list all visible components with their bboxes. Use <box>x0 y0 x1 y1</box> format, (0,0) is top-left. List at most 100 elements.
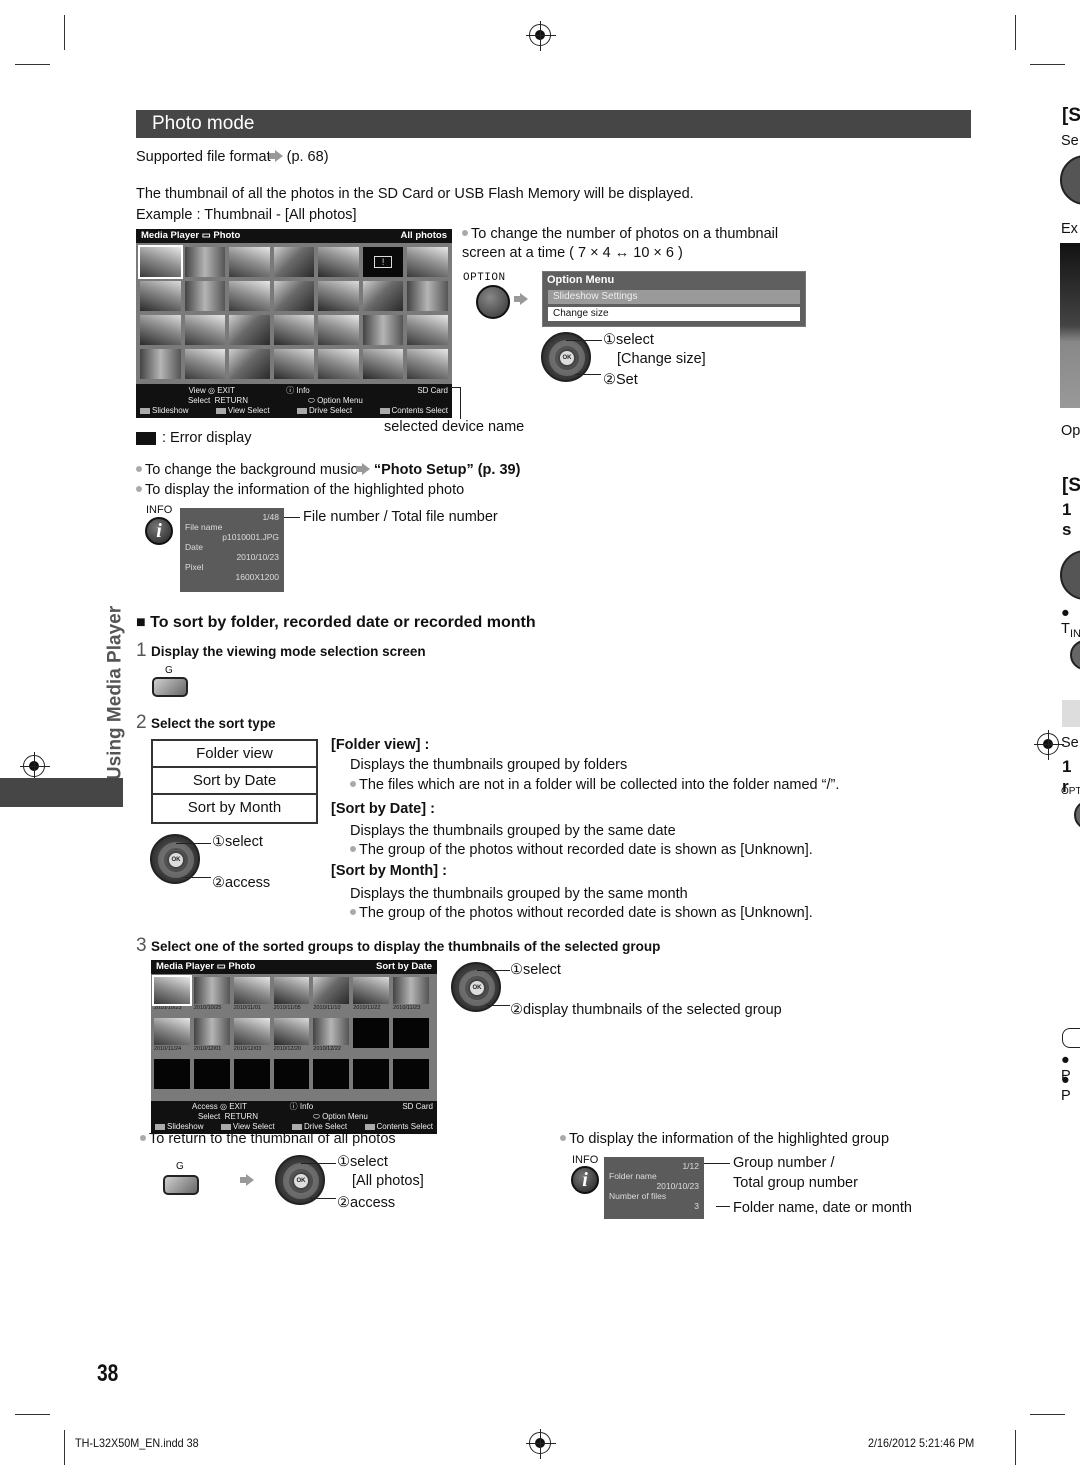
thumbnail-error[interactable]: ! <box>362 247 404 277</box>
group-thumbnail[interactable]: 2010/10/23 <box>152 975 192 1014</box>
exit-hint: EXIT <box>229 1102 247 1111</box>
thumbnail[interactable] <box>140 349 181 379</box>
thumbnail[interactable] <box>140 315 181 345</box>
step-select-target: [Change size] <box>617 351 706 367</box>
sort-option-sort-by-month[interactable]: Sort by Month <box>153 795 316 822</box>
view-label: Sort by Date <box>376 961 432 972</box>
thumbnail[interactable] <box>318 247 359 277</box>
empty-slot[interactable] <box>154 1059 190 1089</box>
group-thumbnail-image <box>152 975 192 1006</box>
callout-line <box>716 1206 730 1207</box>
empty-slot[interactable] <box>393 1018 429 1048</box>
thumbnail[interactable] <box>229 247 270 277</box>
button-fragment-icon <box>1074 800 1080 830</box>
thumbnail[interactable] <box>138 245 183 279</box>
empty-slot[interactable] <box>353 1018 390 1048</box>
thumbnail[interactable] <box>362 349 404 379</box>
supported-format-ref[interactable]: (p. 68) <box>287 149 329 165</box>
group-thumbnail[interactable]: 2010/11/22 <box>353 977 390 1014</box>
blue-key-icon <box>364 1123 375 1130</box>
footer-filename: TH-L32X50M_EN.indd 38 <box>75 1436 199 1450</box>
sort-option-sort-by-date[interactable]: Sort by Date <box>153 768 316 795</box>
thumbnail[interactable] <box>318 349 359 379</box>
access-hint: Access <box>191 1102 218 1111</box>
group-info-tip: To display the information of the highli… <box>560 1131 889 1147</box>
edge-fragment: Se <box>1061 133 1079 149</box>
thumbnail[interactable] <box>140 281 181 311</box>
g-button[interactable] <box>163 1175 199 1195</box>
thumbnail[interactable] <box>318 281 359 311</box>
group-thumbnail[interactable]: 2010/11/23 <box>393 977 429 1014</box>
group-thumbnail[interactable]: 2010/11/10 <box>313 977 350 1014</box>
thumbnail[interactable] <box>407 315 448 345</box>
empty-slot[interactable] <box>353 1059 390 1089</box>
ok-button-icon[interactable]: OK <box>292 1172 310 1190</box>
thumbnail[interactable] <box>273 315 315 345</box>
supported-format-line: Supported file format (p. 68) <box>136 149 329 165</box>
device-label: SD Card <box>402 1102 433 1111</box>
thumbnail[interactable] <box>184 247 226 277</box>
drive-select-hint: Drive Select <box>303 1122 348 1131</box>
desc-title: [Folder view] : <box>331 737 430 753</box>
thumbnail[interactable] <box>184 315 226 345</box>
ok-button-icon[interactable]: OK <box>167 851 185 869</box>
side-tab <box>0 778 123 807</box>
photo-setup-link[interactable]: “Photo Setup” (p. 39) <box>374 462 521 478</box>
group-thumbnail[interactable]: 2010/11/05 <box>273 977 310 1014</box>
info-button[interactable]: i <box>571 1166 599 1194</box>
device-label: SD Card <box>417 386 448 395</box>
thumbnail[interactable] <box>362 281 404 311</box>
empty-slot[interactable] <box>313 1059 350 1089</box>
empty-slot[interactable] <box>393 1059 429 1089</box>
return-hint: RETURN <box>224 1112 258 1121</box>
arrow-icon <box>514 291 532 309</box>
thumbnail[interactable] <box>407 247 448 277</box>
step-text: Select one of the sorted groups to displ… <box>151 939 661 954</box>
group-thumbnail[interactable]: 2010/11/01 <box>233 977 270 1014</box>
group-thumbnail[interactable]: 2010/12/03 <box>233 1018 270 1055</box>
empty-slot[interactable] <box>273 1059 310 1089</box>
group-thumbnail[interactable]: 2010/12/01 <box>193 1018 230 1055</box>
screen-fragment <box>1060 243 1080 408</box>
group-thumbnail[interactable]: 2010/12/20 <box>273 1018 310 1055</box>
group-thumbnail[interactable]: 2010/11/24 <box>154 1018 190 1055</box>
footer-timestamp: 2/16/2012 5:21:46 PM <box>868 1436 975 1450</box>
thumbnail[interactable] <box>184 349 226 379</box>
group-counter-callout-2: Total group number <box>733 1175 858 1191</box>
group-thumbnail[interactable]: 2010/12/22 <box>313 1018 350 1055</box>
info-value: 2010/10/23 <box>656 1181 699 1191</box>
empty-slot[interactable] <box>193 1059 230 1089</box>
info-button[interactable]: i <box>145 517 173 545</box>
option-menu-item-change-size[interactable]: Change size <box>548 307 800 321</box>
option-button[interactable] <box>476 285 510 319</box>
thumbnail[interactable] <box>407 281 448 311</box>
thumbnail[interactable] <box>229 349 270 379</box>
group-thumbnail[interactable]: 2010/10/25 <box>193 977 230 1014</box>
thumbnail[interactable] <box>273 281 315 311</box>
edge-fragment: [S <box>1062 105 1080 126</box>
empty-slot[interactable] <box>233 1059 270 1089</box>
thumbnail[interactable] <box>362 315 404 345</box>
thumbnail[interactable] <box>273 349 315 379</box>
thumbnail[interactable] <box>229 315 270 345</box>
callout-line <box>450 387 460 388</box>
ok-button-icon[interactable]: OK <box>558 349 576 367</box>
thumbnail[interactable] <box>273 247 315 277</box>
thumbnail[interactable] <box>407 349 448 379</box>
dpad-fragment-icon <box>1060 155 1080 205</box>
bullet-icon <box>350 908 356 915</box>
mode-label: Photo <box>228 961 256 972</box>
g-button[interactable] <box>152 677 188 697</box>
thumbnail[interactable] <box>229 281 270 311</box>
sort-option-folder-view[interactable]: Folder view <box>153 741 316 768</box>
thumbnail[interactable] <box>184 281 226 311</box>
ok-button-icon[interactable]: OK <box>468 979 486 997</box>
option-menu-item-slideshow-settings[interactable]: Slideshow Settings <box>548 290 800 304</box>
sort-access-label: ②access <box>212 875 271 891</box>
view-select-hint: View Select <box>232 1122 275 1131</box>
example-label: Example : Thumbnail - [All photos] <box>136 207 357 223</box>
group-date-label: 2010/11/22 <box>353 1005 381 1011</box>
thumbnail[interactable] <box>318 315 359 345</box>
group-display-label: ②display thumbnails of the selected grou… <box>510 1002 782 1018</box>
callout-line <box>704 1163 730 1164</box>
